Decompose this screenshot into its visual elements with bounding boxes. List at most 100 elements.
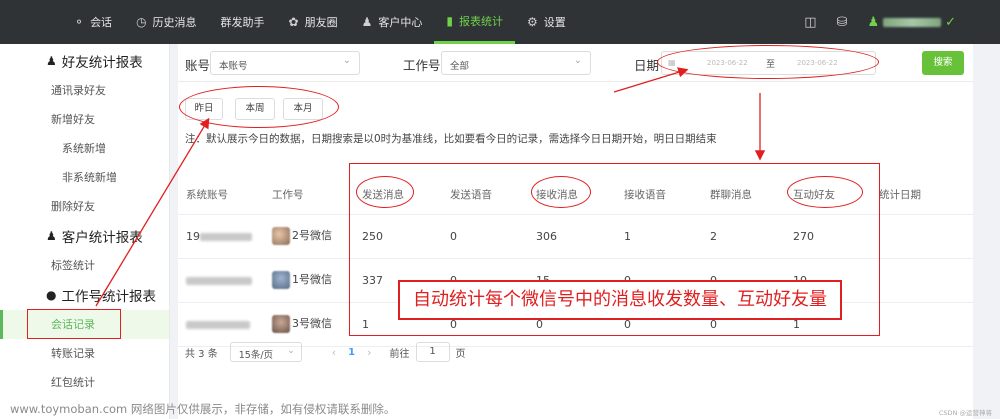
cell-received-messages: 306: [528, 214, 616, 259]
clock-icon: ◷: [136, 15, 147, 29]
date-separator: 至: [766, 60, 776, 70]
date-range-picker[interactable]: ▦ 2023-06-22 至 2023-06-22: [661, 51, 876, 75]
cell-sent-voice: 0: [442, 214, 528, 259]
this-month-button[interactable]: 本月: [283, 98, 323, 120]
sidebar-item-new-friends[interactable]: 新增好友: [0, 105, 169, 134]
main-content: 账号 本账号 ⌄ 工作号 全部 ⌄ 日期 ▦ 2023-06-22 至 2023-0…: [178, 44, 973, 419]
avatar: [272, 271, 290, 289]
top-nav: ⚬ 会话 ◷ 历史消息 群发助手 ✿ 朋友圈 ♟ 客户中心 ▮ 报表统计 ⚙ 设置 ◫ ⛁ …: [0, 0, 1000, 44]
col-sent-messages: 发送消息: [354, 176, 442, 215]
next-page-icon[interactable]: ›: [367, 346, 371, 359]
user-icon: ♟: [46, 54, 57, 68]
col-received-voice: 接收语音: [616, 176, 702, 215]
username-redacted: [883, 17, 942, 27]
cell-account: [178, 258, 264, 303]
cell-stat-date: [871, 302, 973, 347]
sidebar-section-customers[interactable]: ♟ 客户统计报表: [0, 221, 169, 251]
pagination: 共 3 条 15条/页 ⌄ ‹ 1 › 前往 1 页: [185, 342, 466, 362]
col-stat-date: 统计日期: [871, 176, 973, 215]
check-icon: ✓: [945, 14, 956, 30]
nav-settings[interactable]: ⚙ 设置: [515, 0, 578, 44]
section-title: 好友统计报表: [61, 55, 143, 71]
nav-customer[interactable]: ♟ 客户中心: [350, 0, 435, 44]
sidebar-item-contacts[interactable]: 通讯录好友: [0, 76, 169, 105]
nav-label: 设置: [543, 16, 566, 29]
nav-moments[interactable]: ✿ 朋友圈: [277, 0, 350, 44]
total-count: 共 3 条: [185, 348, 218, 360]
sidebar-section-worknum[interactable]: ● 工作号统计报表: [0, 280, 169, 310]
worknum-select[interactable]: 全部 ⌄: [441, 51, 591, 75]
nav-label: 客户中心: [378, 16, 423, 29]
search-button[interactable]: 搜索: [922, 51, 964, 75]
nav-reports[interactable]: ▮ 报表统计: [434, 0, 515, 44]
user-icon: ♟: [361, 15, 373, 29]
cell-account: [178, 302, 264, 347]
sidebar-item-system-new[interactable]: 系统新增: [0, 134, 169, 163]
nav-chat[interactable]: ⚬ 会话: [62, 0, 124, 44]
chat-icon: ⚬: [74, 15, 85, 29]
sidebar-item-transfers[interactable]: 转账记录: [0, 339, 169, 368]
cell-worknum: 3号微信: [264, 302, 354, 347]
aperture-icon: ✿: [288, 15, 299, 29]
nav-label: 历史消息: [152, 16, 197, 29]
cell-stat-date: [871, 214, 973, 259]
account-redacted: [186, 320, 250, 329]
user-icon: ♟: [46, 229, 57, 243]
cell-sent-messages: 250: [354, 214, 442, 259]
date-label: 日期: [634, 58, 660, 73]
sidebar-item-tags[interactable]: 标签统计: [0, 251, 169, 280]
col-system-account: 系统账号: [178, 176, 264, 215]
notice-text: 注：默认展示今日的数据，日期搜索是以0时为基准线，比如要看今日的记录，需选择今日…: [185, 133, 717, 145]
goto-page-input[interactable]: 1: [415, 342, 450, 362]
chevron-down-icon: ⌄: [342, 55, 351, 66]
nav-broadcast[interactable]: 群发助手: [209, 0, 277, 44]
col-group-messages: 群聊消息: [702, 176, 785, 215]
nav-history[interactable]: ◷ 历史消息: [124, 0, 208, 44]
cell-account: 19: [178, 214, 264, 259]
prev-page-icon[interactable]: ‹: [332, 346, 336, 359]
page-size-select[interactable]: 15条/页 ⌄: [229, 342, 302, 362]
worknum-name: 3号微信: [292, 317, 332, 330]
nav-label: 群发助手: [220, 16, 265, 29]
annotation-callout: 自动统计每个微信号中的消息收发数量、互动好友量: [398, 280, 842, 320]
csdn-watermark: CSDN @运营神将: [938, 409, 992, 417]
worknum-name: 2号微信: [292, 229, 332, 242]
bar-chart-icon: ▮: [446, 13, 453, 28]
sidebar-item-chat-records[interactable]: 会话记录: [0, 310, 169, 339]
filter-bar: 账号 本账号 ⌄ 工作号 全部 ⌄ 日期 ▦ 2023-06-22 至 2023-0…: [178, 44, 973, 82]
cell-worknum: 2号微信: [264, 214, 354, 259]
sidebar-item-deleted-friends[interactable]: 删除好友: [0, 192, 169, 221]
worknum-value: 全部: [450, 61, 470, 72]
date-start: 2023-06-22: [707, 59, 748, 67]
top-right-tools: ◫ ⛁ ♟ ✓: [794, 0, 1000, 44]
col-received-messages: 接收消息: [528, 176, 616, 215]
cell-received-voice: 1: [616, 214, 702, 259]
layout-icon[interactable]: ◫: [804, 15, 816, 30]
this-week-button[interactable]: 本周: [235, 98, 275, 120]
account-redacted: [200, 232, 252, 241]
section-title: 客户统计报表: [61, 230, 143, 246]
yesterday-button[interactable]: 昨日: [185, 98, 223, 120]
account-select[interactable]: 本账号 ⌄: [210, 51, 360, 75]
wechat-icon: ●: [46, 288, 57, 302]
col-interactive-friends: 互动好友: [785, 176, 871, 215]
database-icon[interactable]: ⛁: [837, 15, 848, 30]
sidebar-item-non-system-new[interactable]: 非系统新增: [0, 163, 169, 192]
cell-worknum: 1号微信: [264, 258, 354, 303]
date-end: 2023-06-22: [797, 59, 838, 67]
nav-label: 报表统计: [458, 14, 503, 28]
page-number-current[interactable]: 1: [348, 347, 355, 358]
sidebar-item-red-packets[interactable]: 红包统计: [0, 368, 169, 397]
cell-stat-date: [871, 258, 973, 303]
page-size-value: 15条/页: [238, 350, 274, 361]
cell-interactive-friends: 270: [785, 214, 871, 259]
col-worknum: 工作号: [264, 176, 354, 215]
gear-icon: ⚙: [526, 15, 538, 29]
section-title: 工作号统计报表: [61, 289, 156, 305]
goto-label: 前往: [389, 348, 410, 360]
col-sent-voice: 发送语音: [442, 176, 528, 215]
account-value: 本账号: [219, 61, 248, 72]
worknum-name: 1号微信: [292, 273, 332, 286]
sidebar-section-friends[interactable]: ♟ 好友统计报表: [0, 46, 169, 76]
table-row: 19 2号微信 250 0 306 1 2 270: [178, 214, 973, 259]
